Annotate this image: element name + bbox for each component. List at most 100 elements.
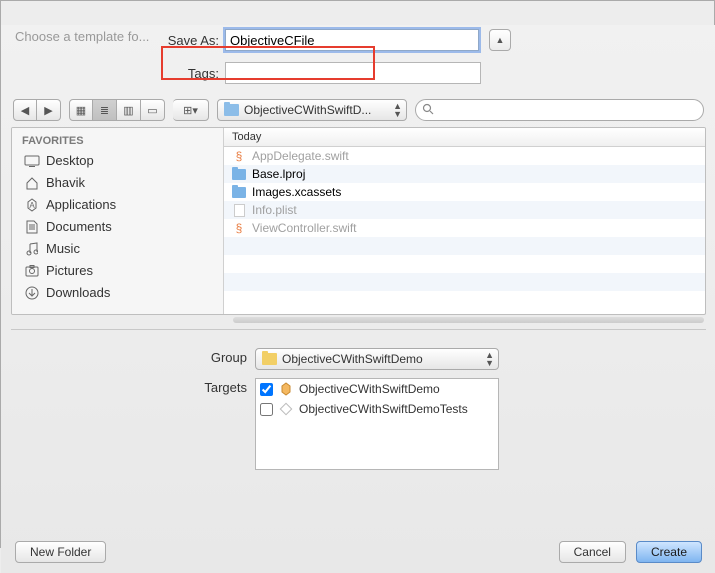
- forward-button[interactable]: ▶: [37, 99, 61, 121]
- target-name: ObjectiveCWithSwiftDemo: [299, 382, 440, 396]
- updown-icon: ▲▼: [393, 102, 402, 118]
- documents-icon: [24, 219, 40, 235]
- coverflow-icon: ▭: [147, 104, 157, 117]
- column-view-button[interactable]: ▥: [117, 99, 141, 121]
- list-view-button[interactable]: ≣: [93, 99, 117, 121]
- file-name: Base.lproj: [252, 167, 305, 181]
- browser-toolbar: ◀ ▶ ▦ ≣ ▥ ▭ ⊞▾ ObjectiveCWithSwiftD... ▲…: [1, 99, 715, 121]
- save-dialog: Choose a template fo... Save As: ▲ Tags:…: [1, 25, 715, 573]
- group-dropdown[interactable]: ObjectiveCWithSwiftDemo ▲▼: [255, 348, 499, 370]
- target-row[interactable]: ObjectiveCWithSwiftDemoTests: [256, 399, 498, 419]
- collapse-disclosure-button[interactable]: ▲: [489, 29, 511, 51]
- sidebar-item-label: Documents: [46, 218, 112, 236]
- folder-icon: [262, 353, 277, 365]
- file-row: § AppDelegate.swift: [224, 147, 705, 165]
- divider: [11, 329, 706, 330]
- applications-icon: A: [24, 197, 40, 213]
- sidebar-item-label: Downloads: [46, 284, 110, 302]
- sidebar-item-desktop[interactable]: Desktop: [12, 150, 223, 172]
- nav-buttons: ◀ ▶: [13, 99, 61, 121]
- updown-icon: ▲▼: [485, 351, 494, 367]
- view-mode-buttons: ▦ ≣ ▥ ▭: [69, 99, 165, 121]
- path-dropdown[interactable]: ObjectiveCWithSwiftD... ▲▼: [217, 99, 407, 121]
- save-as-label: Save As:: [1, 33, 225, 48]
- file-pane: Today § AppDelegate.swift Base.lproj Ima…: [224, 128, 705, 314]
- sidebar-item-downloads[interactable]: Downloads: [12, 282, 223, 304]
- path-dropdown-label: ObjectiveCWithSwiftD...: [244, 103, 371, 117]
- group-row: Group ObjectiveCWithSwiftDemo ▲▼: [1, 348, 715, 370]
- arrange-button-group: ⊞▾: [173, 99, 209, 121]
- save-as-input[interactable]: [225, 29, 479, 51]
- sidebar-heading: FAVORITES: [12, 132, 223, 150]
- footer: New Folder Cancel Create: [1, 541, 715, 563]
- folder-icon: [232, 185, 246, 199]
- file-row: Info.plist: [224, 201, 705, 219]
- column-header[interactable]: Today: [224, 128, 705, 147]
- file-row: [224, 273, 705, 291]
- pictures-icon: [24, 263, 40, 279]
- plist-file-icon: [232, 203, 246, 217]
- sidebar-item-label: Desktop: [46, 152, 94, 170]
- cancel-button[interactable]: Cancel: [559, 541, 626, 563]
- folder-icon: [224, 104, 239, 116]
- list-icon: ≣: [100, 104, 109, 117]
- downloads-icon: [24, 285, 40, 301]
- search-input[interactable]: [415, 99, 704, 121]
- new-folder-button[interactable]: New Folder: [15, 541, 106, 563]
- swift-file-icon: §: [232, 221, 246, 235]
- app-target-icon: [279, 382, 293, 396]
- sidebar-item-home[interactable]: Bhavik: [12, 172, 223, 194]
- target-checkbox[interactable]: [260, 403, 273, 416]
- arrange-icon: ⊞▾: [183, 104, 198, 117]
- save-as-row: Save As: ▲: [1, 25, 715, 55]
- group-dropdown-label: ObjectiveCWithSwiftDemo: [282, 352, 423, 366]
- sidebar-item-music[interactable]: Music: [12, 238, 223, 260]
- file-name: ViewController.swift: [252, 221, 356, 235]
- file-row: § ViewController.swift: [224, 219, 705, 237]
- sidebar-item-pictures[interactable]: Pictures: [12, 260, 223, 282]
- music-icon: [24, 241, 40, 257]
- columns-icon: ▥: [123, 104, 133, 117]
- target-name: ObjectiveCWithSwiftDemoTests: [299, 402, 468, 416]
- save-as-field-wrap: [225, 29, 479, 51]
- file-row: [224, 255, 705, 273]
- options-section: Group ObjectiveCWithSwiftDemo ▲▼ Targets…: [1, 348, 715, 470]
- targets-list: ObjectiveCWithSwiftDemo ObjectiveCWithSw…: [255, 378, 499, 470]
- targets-label: Targets: [1, 378, 255, 395]
- file-row[interactable]: Images.xcassets: [224, 183, 705, 201]
- back-button[interactable]: ◀: [13, 99, 37, 121]
- svg-text:A: A: [29, 201, 35, 210]
- targets-row: Targets ObjectiveCWithSwiftDemo Objectiv…: [1, 378, 715, 470]
- file-list[interactable]: § AppDelegate.swift Base.lproj Images.xc…: [224, 147, 705, 314]
- search-icon: [422, 103, 434, 115]
- arrange-button[interactable]: ⊞▾: [173, 99, 209, 121]
- sidebar-item-applications[interactable]: A Applications: [12, 194, 223, 216]
- home-icon: [24, 175, 40, 191]
- tags-input[interactable]: [225, 62, 481, 84]
- coverflow-view-button[interactable]: ▭: [141, 99, 165, 121]
- group-label: Group: [1, 348, 255, 365]
- file-browser: FAVORITES Desktop Bhavik A Applications …: [11, 127, 706, 315]
- swift-file-icon: §: [232, 149, 246, 163]
- chevron-up-icon: ▲: [496, 35, 505, 45]
- icon-view-button[interactable]: ▦: [69, 99, 93, 121]
- sidebar-item-label: Applications: [46, 196, 116, 214]
- tags-row: Tags:: [1, 59, 715, 87]
- file-row: [224, 237, 705, 255]
- grid-icon: ▦: [76, 104, 86, 117]
- file-name: Info.plist: [252, 203, 297, 217]
- sidebar-item-label: Pictures: [46, 262, 93, 280]
- horizontal-scrollbar[interactable]: [233, 317, 704, 323]
- desktop-icon: [24, 153, 40, 169]
- sidebar-item-documents[interactable]: Documents: [12, 216, 223, 238]
- create-button[interactable]: Create: [636, 541, 702, 563]
- file-row[interactable]: Base.lproj: [224, 165, 705, 183]
- search-wrap: [415, 99, 704, 121]
- sidebar: FAVORITES Desktop Bhavik A Applications …: [12, 128, 224, 314]
- target-checkbox[interactable]: [260, 383, 273, 396]
- tags-label: Tags:: [1, 66, 225, 81]
- target-row[interactable]: ObjectiveCWithSwiftDemo: [256, 379, 498, 399]
- chevron-left-icon: ◀: [21, 104, 29, 117]
- test-target-icon: [279, 402, 293, 416]
- file-name: AppDelegate.swift: [252, 149, 349, 163]
